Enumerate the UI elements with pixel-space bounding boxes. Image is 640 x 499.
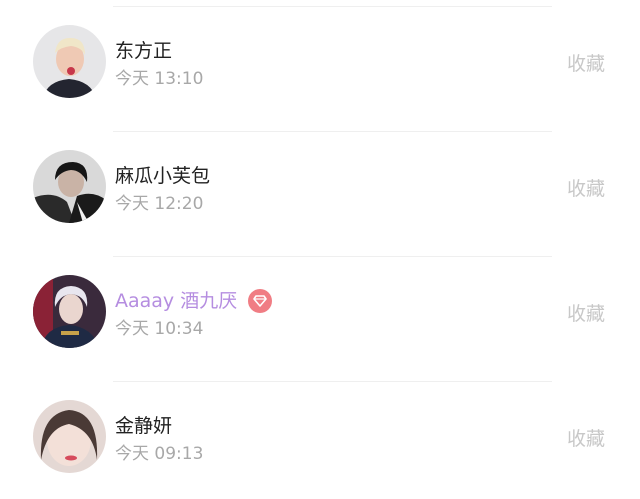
- avatar-image: [33, 275, 106, 348]
- user-name: 麻瓜小芙包: [115, 165, 211, 187]
- list-item[interactable]: 麻瓜小芙包 今天 12:20 收藏: [0, 125, 640, 249]
- collect-button[interactable]: 收藏: [567, 49, 605, 76]
- avatar[interactable]: [33, 150, 106, 223]
- avatar[interactable]: [33, 400, 106, 473]
- collect-button[interactable]: 收藏: [567, 174, 605, 201]
- list-item[interactable]: 东方正 今天 13:10 收藏: [0, 0, 640, 124]
- collect-button[interactable]: 收藏: [567, 299, 605, 326]
- avatar[interactable]: [33, 25, 106, 98]
- user-name: 金静妍: [115, 415, 173, 437]
- avatar-image: [33, 150, 106, 223]
- timestamp: 今天 13:10: [115, 69, 204, 89]
- timestamp: 今天 09:13: [115, 444, 204, 464]
- user-name: 东方正: [115, 40, 173, 62]
- avatar-image: [33, 400, 106, 473]
- collect-button[interactable]: 收藏: [567, 424, 605, 451]
- list-item[interactable]: Aaaay 酒九厌 今天 10:34 收藏: [0, 250, 640, 374]
- avatar[interactable]: [33, 275, 106, 348]
- timestamp: 今天 10:34: [115, 319, 204, 339]
- list-item[interactable]: 金静妍 今天 09:13 收藏: [0, 375, 640, 499]
- user-name: Aaaay 酒九厌: [115, 290, 238, 312]
- timestamp: 今天 12:20: [115, 194, 204, 214]
- diamond-icon: [253, 295, 267, 307]
- avatar-image: [33, 25, 106, 98]
- vip-badge: [248, 289, 272, 313]
